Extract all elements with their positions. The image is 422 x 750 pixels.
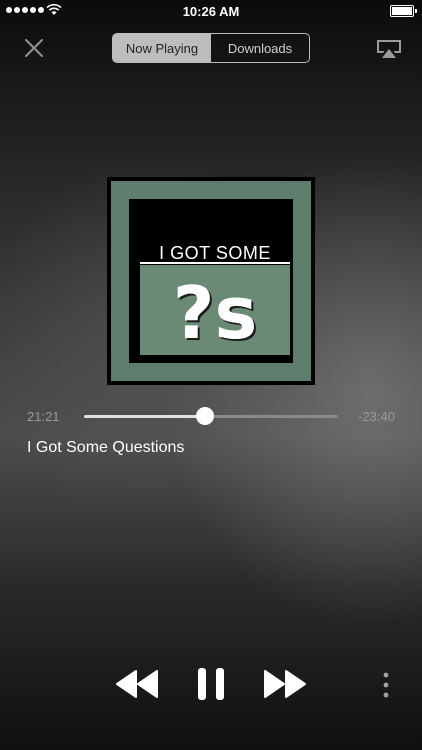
song-title: I Got Some Questions xyxy=(27,439,185,456)
elapsed-time: 21:21 xyxy=(27,409,60,424)
artwork-glyph: ?s xyxy=(172,271,258,355)
album-artwork: I GOT SOME ?s xyxy=(107,177,315,385)
tab-now-playing[interactable]: Now Playing xyxy=(113,34,211,62)
view-switcher: Now Playing Downloads xyxy=(112,33,310,63)
pause-icon[interactable] xyxy=(195,667,227,701)
battery-icon xyxy=(390,5,417,17)
more-options-icon[interactable] xyxy=(380,671,392,699)
artwork-title: I GOT SOME xyxy=(159,243,271,263)
progress-fill xyxy=(84,415,205,418)
status-time: 10:26 AM xyxy=(182,4,240,19)
close-icon[interactable] xyxy=(22,36,46,60)
progress-slider[interactable] xyxy=(84,407,338,425)
remaining-time: -23:40 xyxy=(358,409,395,424)
progress-knob[interactable] xyxy=(195,407,214,425)
airplay-icon[interactable] xyxy=(374,38,404,60)
tab-downloads[interactable]: Downloads xyxy=(211,34,309,62)
status-bar: 10:26 AM xyxy=(0,0,422,22)
rewind-icon[interactable] xyxy=(114,668,160,700)
fast-forward-icon[interactable] xyxy=(262,668,308,700)
